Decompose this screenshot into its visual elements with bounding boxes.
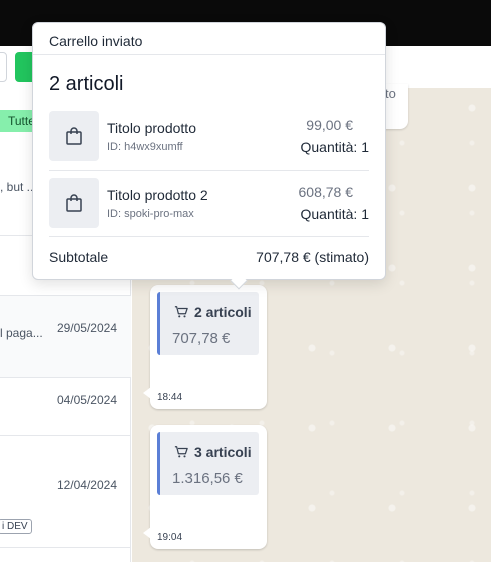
cart-line-item: Titolo prodotto 2 ID: spoki-pro-max 608,… xyxy=(49,178,369,232)
cart-heading: 2 articoli xyxy=(174,304,252,320)
cart-heading: 3 articoli xyxy=(174,444,252,460)
cart-summary-card[interactable]: 2 articoli 707,78 € xyxy=(157,292,259,355)
cart-line-item: Titolo prodotto ID: h4wx9xumff 99,00 € Q… xyxy=(49,111,369,165)
product-thumbnail xyxy=(49,111,99,161)
popover-title: Carrello inviato xyxy=(49,33,143,49)
divider xyxy=(49,236,369,237)
bubble-tail xyxy=(143,527,151,539)
shopping-bag-icon xyxy=(66,127,82,145)
product-name: Titolo prodotto xyxy=(107,120,196,136)
divider xyxy=(49,170,369,171)
product-thumbnail xyxy=(49,178,99,228)
popover-header: Carrello inviato xyxy=(33,23,385,55)
cart-total: 1.316,56 € xyxy=(172,470,243,487)
conversation-date: 04/05/2024 xyxy=(56,393,117,407)
bubble-tail xyxy=(143,387,151,399)
cart-item-count-heading: 2 articoli xyxy=(49,73,124,95)
search-input[interactable] xyxy=(0,52,7,82)
conversation-row[interactable]: l paga... 29/05/2024 xyxy=(0,296,131,378)
conversation-date: 12/04/2024 xyxy=(56,478,117,492)
conversation-snippet: l paga... xyxy=(0,326,43,340)
product-id: ID: spoki-pro-max xyxy=(107,208,194,220)
product-name: Titolo prodotto 2 xyxy=(107,187,208,203)
shopping-cart-icon xyxy=(174,306,188,318)
subtotal-value: 707,78 € (stimato) xyxy=(256,249,369,265)
product-price: 608,78 € xyxy=(298,184,354,200)
product-price: 99,00 € xyxy=(306,117,353,133)
product-id: ID: h4wx9xumff xyxy=(107,141,183,153)
cart-message-bubble[interactable]: 2 articoli 707,78 € 18:44 xyxy=(143,285,267,409)
product-quantity: Quantità: 1 xyxy=(300,139,370,155)
cart-message-bubble[interactable]: 3 articoli 1.316,56 € 19:04 xyxy=(143,425,267,549)
shopping-bag-icon xyxy=(66,194,82,212)
cart-total: 707,78 € xyxy=(172,330,231,347)
cart-item-count: 2 articoli xyxy=(194,304,252,320)
cart-item-count: 3 articoli xyxy=(194,444,252,460)
subtotal-label: Subtotale xyxy=(49,249,109,265)
conversation-row[interactable]: 04/05/2024 xyxy=(0,378,131,436)
message-time: 19:04 xyxy=(157,532,183,543)
cart-details-popover: Carrello inviato 2 articoli Titolo prodo… xyxy=(32,22,386,290)
conversation-tag-badge: i DEV xyxy=(0,519,32,534)
previous-message-text: to xyxy=(385,86,396,101)
message-time: 18:44 xyxy=(157,392,183,403)
conversation-date: 29/05/2024 xyxy=(56,321,117,335)
shopping-cart-icon xyxy=(174,446,188,458)
cart-summary-card[interactable]: 3 articoli 1.316,56 € xyxy=(157,432,259,495)
conversation-row[interactable]: 12/04/2024 i DEV xyxy=(0,436,131,548)
product-quantity: Quantità: 1 xyxy=(300,206,370,222)
